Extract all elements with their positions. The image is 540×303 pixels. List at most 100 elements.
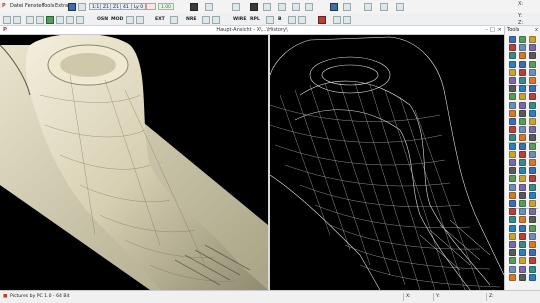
snap-icon[interactable] [232,3,240,11]
spline-tool-icon[interactable] [509,126,516,134]
line-tool-icon[interactable] [509,200,516,207]
line-tool-icon[interactable] [519,224,526,232]
menu-datei[interactable]: Datei [10,3,23,9]
spline-tool-icon[interactable] [529,257,536,265]
sweep-tool-icon[interactable] [519,191,526,199]
wire-button[interactable]: WIRE [233,17,246,22]
circle-tool-icon[interactable] [519,93,526,101]
plane-tool-icon[interactable] [509,265,516,273]
sweep-tool-icon[interactable] [509,85,516,93]
blend-tool-icon[interactable] [519,249,526,257]
layers-icon[interactable] [263,3,271,11]
circle-tool-icon[interactable] [519,257,526,265]
redo-icon[interactable] [13,16,21,24]
view-41-button[interactable]: 41 [120,3,132,10]
blend-tool-icon[interactable] [519,167,526,175]
line-tool-icon[interactable] [529,85,536,93]
line-tool-icon[interactable] [519,60,526,68]
circle-tool-icon[interactable] [529,200,536,207]
extrude-tool-icon[interactable] [509,77,516,84]
move-icon[interactable] [136,16,144,24]
new-file-icon[interactable] [68,3,76,11]
revolve-tool-icon[interactable] [519,159,526,166]
spline-tool-icon[interactable] [519,232,526,240]
render-icon[interactable] [250,3,258,11]
open-file-icon[interactable] [78,3,86,11]
sweep-tool-icon[interactable] [529,52,536,60]
tools-panel-close-icon[interactable]: x [535,27,538,33]
revolve-tool-icon[interactable] [529,183,536,191]
info-icon[interactable] [288,16,296,24]
arc-tool-icon[interactable] [519,118,526,125]
window-cascade-icon[interactable] [364,3,372,11]
blend-tool-icon[interactable] [529,273,536,281]
spline-tool-icon[interactable] [509,208,516,216]
trim-icon[interactable] [170,16,178,24]
arc-tool-icon[interactable] [509,175,516,183]
extrude-tool-icon[interactable] [519,265,526,273]
loft-tool-icon[interactable] [529,241,536,248]
zoom-icon[interactable] [343,3,351,11]
color-chip[interactable] [146,3,156,10]
circle-tool-icon[interactable] [529,118,536,125]
plane-tool-icon[interactable] [519,126,526,134]
plane-tool-icon[interactable] [509,101,516,109]
osn-button[interactable]: OSN [97,17,108,22]
nre-button[interactable]: NRE [186,17,197,22]
minimize-icon[interactable]: – [485,27,488,33]
circle-tool-icon[interactable] [509,68,516,76]
line-tool-icon[interactable] [529,167,536,175]
measure-icon[interactable] [292,3,300,11]
sweep-tool-icon[interactable] [529,216,536,224]
window-tile-icon[interactable] [380,3,388,11]
spline-tool-icon[interactable] [529,93,536,101]
blend-tool-icon[interactable] [519,85,526,93]
arc-tool-icon[interactable] [529,142,536,150]
arc-tool-icon[interactable] [529,60,536,68]
blend-tool-icon[interactable] [509,142,516,150]
circle-tool-icon[interactable] [509,232,516,240]
mod-button[interactable]: MOD [111,17,123,22]
sweep-tool-icon[interactable] [519,273,526,281]
line-tool-icon[interactable] [529,249,536,257]
extrude-tool-icon[interactable] [509,159,516,166]
plane-tool-icon[interactable] [529,232,536,240]
menu-fenster[interactable]: Fenster [25,3,44,9]
blend-tool-icon[interactable] [529,191,536,199]
loft-tool-icon[interactable] [529,77,536,84]
revolve-tool-icon[interactable] [529,265,536,273]
viewport-shaded[interactable] [0,35,268,290]
plane-tool-icon[interactable] [519,44,526,52]
select-icon[interactable] [26,16,34,24]
sweep-tool-icon[interactable] [509,167,516,175]
grid-icon[interactable] [205,3,213,11]
circle-tool-icon[interactable] [529,36,536,43]
close-icon[interactable]: × [497,27,502,33]
sweep-tool-icon[interactable] [519,109,526,117]
spline-tool-icon[interactable] [519,150,526,158]
settings-icon[interactable] [333,16,341,24]
help-icon[interactable] [343,16,351,24]
circle-tool-icon[interactable] [509,150,516,158]
shade-icon[interactable] [190,3,198,11]
blend-tool-icon[interactable] [509,60,516,68]
rotate-icon[interactable] [330,3,338,11]
revolve-tool-icon[interactable] [509,52,516,60]
spline-tool-icon[interactable] [529,175,536,183]
plane-tool-icon[interactable] [519,208,526,216]
curve-icon[interactable] [46,16,54,24]
rpl-button[interactable]: RPL [250,17,260,22]
arc-tool-icon[interactable] [509,257,516,265]
b-button[interactable]: B [278,17,282,22]
fillet-icon[interactable] [202,16,210,24]
scale-chip[interactable]: 1.00 [158,3,175,10]
circle-tool-icon[interactable] [519,175,526,183]
arc-tool-icon[interactable] [509,93,516,101]
ext-button[interactable]: EXT [155,17,165,22]
plane-tool-icon[interactable] [529,68,536,76]
solid-icon[interactable] [66,16,74,24]
revolve-tool-icon[interactable] [519,241,526,248]
delete-icon[interactable] [318,16,326,24]
revolve-tool-icon[interactable] [529,101,536,109]
blend-tool-icon[interactable] [509,224,516,232]
